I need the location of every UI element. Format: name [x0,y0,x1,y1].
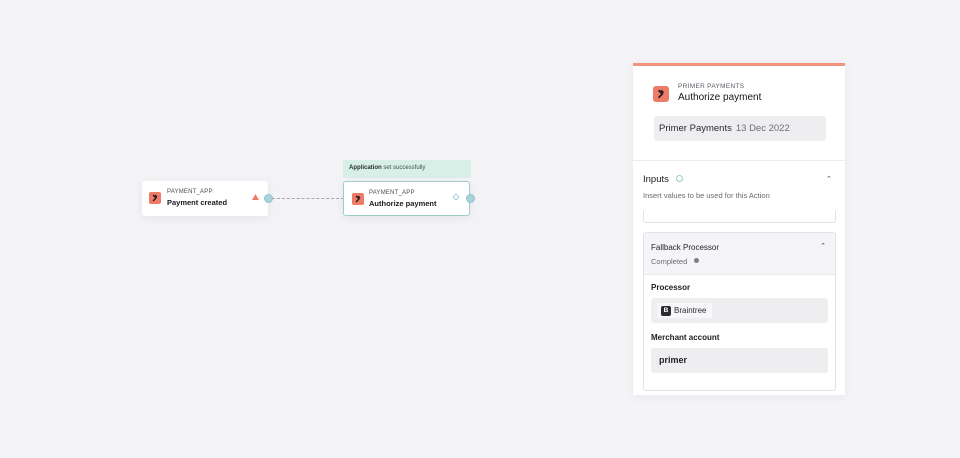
inputs-section-title: Inputs [643,174,669,185]
node-title: Authorize payment [369,199,437,208]
output-port[interactable] [264,194,273,203]
connection-name: Primer Payments [659,123,732,134]
app-logo-icon [653,86,669,102]
chevron-up-icon[interactable]: ⌃ [826,175,832,183]
chevron-up-icon[interactable]: ⌃ [820,242,826,250]
fallback-processor-group: Fallback Processor ⌃ Completed Processor… [643,232,836,391]
connection-edge [272,198,344,199]
fallback-processor-header[interactable]: Fallback Processor ⌃ Completed [644,233,835,275]
action-node-authorize-payment[interactable]: PAYMENT_APP Authorize payment [343,181,470,216]
status-dot-icon [694,258,699,263]
app-logo-icon [352,193,364,205]
group-title: Fallback Processor [651,243,720,252]
node-app-name: PAYMENT_APP [369,190,415,196]
panel-header: PRIMER PAYMENTS Authorize payment Primer… [633,66,845,161]
trigger-node-payment-created[interactable]: PAYMENT_APP Payment created [142,181,268,216]
panel-app-name: PRIMER PAYMENTS [678,83,745,90]
success-toast: Application set successfully [343,160,471,178]
node-title: Payment created [167,198,228,207]
app-logo-icon [149,192,161,204]
previous-input-group [643,211,836,223]
node-app-name: PAYMENT_APP [167,189,213,195]
processor-label: Processor [651,283,691,292]
workflow-canvas[interactable] [110,60,610,400]
output-port[interactable] [466,194,475,203]
merchant-account-label: Merchant account [651,333,720,342]
braintree-logo-icon: B [661,305,671,316]
action-details-panel: PRIMER PAYMENTS Authorize payment Primer… [633,63,845,395]
merchant-account-input[interactable]: primer [651,348,828,373]
connection-chip[interactable]: Primer Payments 13 Dec 2022 [654,116,826,141]
processor-value: Braintree [674,306,707,315]
check-circle-icon [676,175,683,182]
processor-select[interactable]: B Braintree [651,298,828,323]
toast-bold-text: Application [349,165,382,171]
inputs-description: Insert values to be used for this Action [643,191,770,200]
connection-date: 13 Dec 2022 [735,123,790,134]
warning-icon [252,187,259,200]
check-circle-icon [453,187,459,200]
processor-chip: B Braintree [657,303,713,318]
panel-title: Authorize payment [678,92,762,103]
group-status: Completed [651,257,688,266]
toast-text: set successfully [381,165,426,171]
